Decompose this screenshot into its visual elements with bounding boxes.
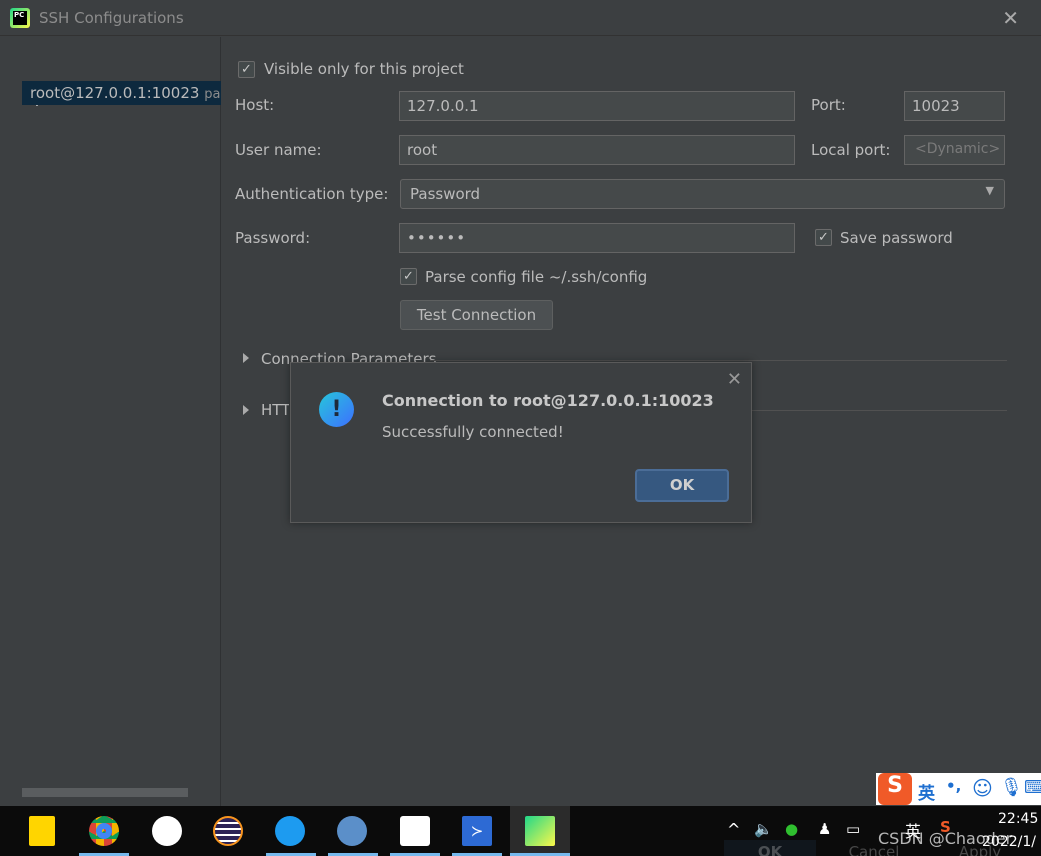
close-icon[interactable]: ✕ — [727, 369, 742, 390]
visible-only-checkbox[interactable]: ✓ — [238, 61, 255, 78]
qq-icon[interactable]: ♟ — [818, 820, 831, 838]
sogou-logo-icon: S — [878, 773, 912, 805]
chrome-icon[interactable] — [89, 816, 119, 846]
local-port-label: Local port: — [811, 141, 891, 159]
info-exclamation-icon: ! — [319, 392, 354, 427]
microphone-icon[interactable]: 🎙 — [1000, 777, 1023, 798]
auth-type-value: Password — [410, 185, 481, 203]
chevron-up-icon[interactable]: ^ — [727, 820, 740, 839]
powershell-icon[interactable]: ≻ — [462, 816, 492, 846]
visible-only-label: Visible only for this project — [264, 60, 464, 78]
dialog-title: Connection to root@127.0.0.1:10023 — [382, 391, 714, 410]
expand-triangle-icon[interactable] — [243, 405, 249, 415]
window-title: SSH Configurations — [39, 9, 184, 27]
port-label: Port: — [811, 96, 846, 114]
punctuation-icon[interactable]: •, — [946, 777, 961, 795]
port-input[interactable]: 10023 — [904, 91, 1005, 121]
divider — [430, 360, 1007, 361]
behind-ok-button: OK — [724, 840, 816, 856]
dialog-message: Successfully connected! — [382, 423, 564, 441]
section-proxy[interactable]: HTTP/SOCKS Proxy — [261, 401, 289, 419]
pycharm-icon — [525, 816, 555, 846]
sidebar: + − ⧉ ✎ — [0, 37, 221, 806]
test-connection-button[interactable]: Test Connection — [400, 300, 553, 330]
emoji-icon[interactable]: ☺ — [972, 776, 993, 800]
watermark: CSDN @Chaoder — [878, 829, 1013, 848]
keyboard-icon[interactable]: ⌨ — [1024, 777, 1041, 798]
expand-triangle-icon[interactable] — [243, 353, 249, 363]
config-auth: password — [204, 87, 221, 102]
parse-config-checkbox[interactable]: ✓ — [400, 268, 417, 285]
host-label: Host: — [235, 96, 275, 114]
save-password-label: Save password — [840, 229, 953, 247]
user-label: User name: — [235, 141, 322, 159]
android-studio-icon[interactable] — [152, 816, 182, 846]
pycharm-taskbar-button[interactable] — [510, 806, 570, 856]
clock-time[interactable]: 22:45 — [998, 811, 1038, 827]
close-window-button[interactable]: ✕ — [1002, 6, 1019, 30]
divider — [752, 410, 1007, 411]
local-port-input[interactable]: <Dynamic> — [904, 135, 1005, 165]
ime-toolbar[interactable]: S 英 •, ☺ 🎙 ⌨ — [876, 773, 1041, 805]
eclipse-icon[interactable] — [213, 816, 243, 846]
ime-mode[interactable]: 英 — [918, 779, 935, 804]
app-icon[interactable] — [337, 816, 367, 846]
horizontal-scrollbar[interactable] — [22, 788, 188, 797]
sourcetree-icon[interactable] — [400, 816, 430, 846]
pycharm-logo-icon: PC — [10, 8, 30, 28]
auth-type-select[interactable]: Password ▼ — [400, 179, 1005, 209]
config-name: root@127.0.0.1:10023 — [30, 84, 200, 102]
title-bar: PC SSH Configurations ✕ — [0, 0, 1041, 36]
parse-config-label: Parse config file ~/.ssh/config — [425, 268, 648, 286]
chevron-down-icon: ▼ — [985, 184, 994, 197]
connection-dialog: ✕ ! Connection to root@127.0.0.1:10023 S… — [290, 362, 752, 523]
docker-icon[interactable] — [275, 816, 305, 846]
host-input[interactable]: 127.0.0.1 — [399, 91, 795, 121]
wechat-icon[interactable]: ● — [785, 820, 798, 838]
taskbar: OK Cancel Apply ≻ ^ 🔈 ● ♟ ▭ 英 S 22:45 20… — [0, 806, 1041, 856]
battery-icon[interactable]: ▭ — [846, 820, 860, 838]
list-item[interactable]: root@127.0.0.1:10023 password — [22, 81, 221, 105]
username-input[interactable]: root — [399, 135, 795, 165]
ok-button[interactable]: OK — [635, 469, 729, 502]
password-label: Password: — [235, 229, 311, 247]
password-input[interactable]: •••••• — [399, 223, 795, 253]
save-password-checkbox[interactable]: ✓ — [815, 229, 832, 246]
sticky-notes-icon[interactable] — [29, 816, 55, 846]
auth-type-label: Authentication type: — [235, 185, 389, 203]
volume-icon[interactable]: 🔈 — [754, 820, 773, 838]
